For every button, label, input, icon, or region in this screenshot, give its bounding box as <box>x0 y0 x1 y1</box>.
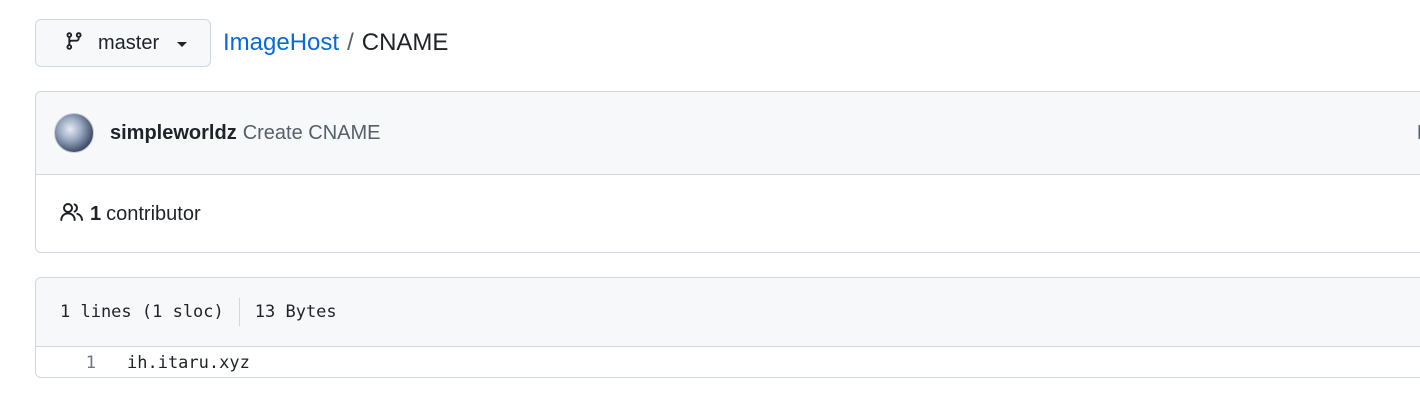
file-line-count: 1 lines (1 sloc) <box>60 302 224 322</box>
branch-selector-button[interactable]: master <box>35 19 211 67</box>
commit-header: simpleworldz Create CNAME L <box>36 92 1420 175</box>
file-info-header: 1 lines (1 sloc) 13 Bytes <box>36 278 1420 347</box>
contributor-label: contributor <box>106 203 201 225</box>
file-viewer: 1 lines (1 sloc) 13 Bytes 1 ih.itaru.xyz <box>35 277 1420 378</box>
contributors-row[interactable]: 1 contributor <box>36 175 1420 252</box>
file-size: 13 Bytes <box>254 302 337 322</box>
breadcrumb-file-name: CNAME <box>361 29 449 56</box>
file-info-divider <box>238 298 240 326</box>
people-icon <box>60 202 84 228</box>
git-branch-icon <box>64 30 84 57</box>
contributor-count: 1 <box>90 203 102 225</box>
breadcrumb: ImageHost / CNAME <box>223 29 448 57</box>
file-navigation: master ImageHost / CNAME <box>35 19 448 67</box>
code-line: 1 ih.itaru.xyz <box>36 347 1420 377</box>
line-content: ih.itaru.xyz <box>127 353 250 373</box>
breadcrumb-separator: / <box>347 29 354 56</box>
chevron-down-icon <box>177 42 188 47</box>
avatar[interactable] <box>54 113 94 153</box>
commit-author-link[interactable]: simpleworldz <box>110 122 237 145</box>
line-number[interactable]: 1 <box>36 353 96 373</box>
latest-commit-box: simpleworldz Create CNAME L 1 contributo… <box>35 91 1420 253</box>
branch-name: master <box>98 31 160 54</box>
commit-message-link[interactable]: Create CNAME <box>243 122 381 145</box>
breadcrumb-repo-link[interactable]: ImageHost <box>223 29 339 57</box>
